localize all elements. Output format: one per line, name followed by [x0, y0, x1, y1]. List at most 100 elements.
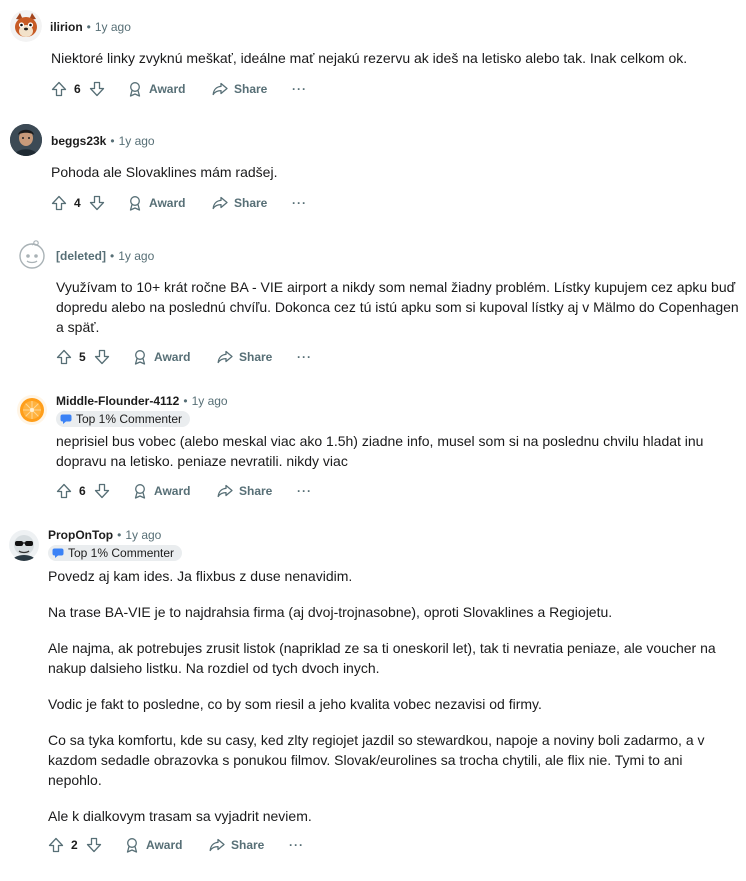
award-button[interactable]: Award — [124, 835, 182, 855]
award-label: Award — [149, 196, 186, 210]
comment-paragraph: Povedz aj kam ides. Ja flixbus z duse ne… — [48, 568, 353, 584]
timestamp[interactable]: 1y ago — [125, 528, 161, 542]
award-icon — [134, 350, 146, 365]
share-button[interactable]: Share — [217, 481, 272, 501]
separator-dot: • — [110, 249, 115, 263]
comment-paragraph: Co sa tyka komfortu, kde su casy, ked zl… — [48, 732, 705, 788]
top-commenter-badge[interactable]: Top 1% Commenter — [48, 545, 183, 561]
downvote-icon — [94, 349, 110, 365]
author-name[interactable]: ilirion — [50, 20, 83, 34]
comment-meta: Middle-Flounder-4112 • 1y ago — [56, 394, 228, 408]
share-icon — [217, 350, 233, 364]
share-label: Share — [234, 196, 268, 210]
author-name[interactable]: beggs23k — [51, 134, 106, 148]
vote-count: 2 — [71, 838, 78, 852]
downvote-button[interactable] — [94, 481, 110, 501]
top-commenter-badge[interactable]: Top 1% Commenter — [56, 411, 191, 427]
avatar[interactable] — [8, 529, 40, 561]
share-button[interactable]: Share — [217, 347, 272, 367]
timestamp[interactable]: 1y ago — [95, 20, 131, 34]
comment-body: neprisiel bus vobec (alebo meskal viac a… — [56, 431, 726, 471]
comment-body: Pohoda ale Slovaklines mám radšej. — [51, 162, 731, 182]
author-name: [deleted] — [56, 249, 107, 263]
downvote-button[interactable] — [86, 835, 102, 855]
comment-paragraph: Využívam to 10+ krát ročne BA - VIE airp… — [56, 279, 739, 335]
award-button[interactable]: Award — [127, 79, 185, 99]
share-icon — [212, 196, 228, 210]
downvote-icon — [94, 483, 110, 499]
separator-dot: • — [86, 20, 91, 34]
upvote-button[interactable] — [56, 481, 72, 501]
badge-label: Top 1% Commenter — [76, 412, 183, 426]
share-label: Share — [239, 350, 273, 364]
comment-paragraph: Ale najma, ak potrebujes zrusit listok (… — [48, 640, 716, 676]
downvote-icon — [89, 81, 105, 97]
upvote-button[interactable] — [51, 193, 67, 213]
separator-dot: • — [110, 134, 115, 148]
more-options-button[interactable]: ··· — [297, 481, 312, 501]
upvote-icon — [56, 483, 72, 499]
downvote-button[interactable] — [89, 193, 105, 213]
badge-chat-icon — [60, 414, 72, 424]
share-icon — [209, 838, 225, 852]
avatar-fox-icon — [10, 10, 42, 42]
comment-paragraph: Niektoré linky zvyknú meškať, ideálne ma… — [51, 50, 688, 66]
comment-body: Niektoré linky zvyknú meškať, ideálne ma… — [51, 48, 731, 68]
avatar[interactable] — [10, 124, 42, 156]
downvote-button[interactable] — [89, 79, 105, 99]
award-button[interactable]: Award — [127, 193, 185, 213]
award-label: Award — [154, 350, 191, 364]
share-button[interactable]: Share — [209, 835, 264, 855]
comment: PropOnTop • 1y ago Top 1% Commenter Pove… — [0, 515, 746, 881]
award-label: Award — [149, 82, 186, 96]
award-button[interactable]: Award — [132, 481, 190, 501]
more-options-button[interactable]: ··· — [289, 835, 304, 855]
share-icon — [212, 82, 228, 96]
default-avatar-icon — [19, 240, 45, 269]
comment-meta: ilirion • 1y ago — [50, 20, 131, 34]
comment-meta: PropOnTop • 1y ago — [48, 528, 161, 542]
upvote-button[interactable] — [51, 79, 67, 99]
downvote-icon — [86, 837, 102, 853]
upvote-icon — [51, 81, 67, 97]
comment: Middle-Flounder-4112 • 1y ago Top 1% Com… — [0, 380, 746, 515]
timestamp[interactable]: 1y ago — [119, 134, 155, 148]
share-button[interactable]: Share — [212, 79, 267, 99]
vote-count: 6 — [74, 82, 81, 96]
comment-paragraph: Pohoda ale Slovaklines mám radšej. — [51, 164, 278, 180]
award-button[interactable]: Award — [132, 347, 190, 367]
author-name[interactable]: PropOnTop — [48, 528, 113, 542]
comment: [deleted] • 1y ago Využívam to 10+ krát … — [0, 225, 746, 380]
comment-actions: 2 Award Share ··· — [48, 835, 348, 855]
comment: ilirion • 1y ago Niektoré linky zvyknú m… — [0, 0, 746, 110]
upvote-button[interactable] — [48, 835, 64, 855]
comment-actions: 4 Award Share ··· — [51, 193, 351, 213]
upvote-icon — [56, 349, 72, 365]
vote-count: 5 — [79, 350, 86, 364]
avatar[interactable] — [16, 394, 48, 426]
award-icon — [129, 196, 141, 211]
separator-dot: • — [117, 528, 122, 542]
comment-paragraph: Na trase BA-VIE je to najdrahsia firma (… — [48, 604, 613, 620]
award-label: Award — [146, 838, 183, 852]
timestamp[interactable]: 1y ago — [118, 249, 154, 263]
share-button[interactable]: Share — [212, 193, 267, 213]
badge-label: Top 1% Commenter — [68, 546, 175, 560]
comment-body: Využívam to 10+ krát ročne BA - VIE airp… — [56, 277, 740, 337]
more-options-button[interactable]: ··· — [292, 79, 307, 99]
downvote-button[interactable] — [94, 347, 110, 367]
downvote-icon — [89, 195, 105, 211]
share-label: Share — [239, 484, 273, 498]
more-options-button[interactable]: ··· — [297, 347, 312, 367]
avatar[interactable] — [10, 10, 42, 42]
more-options-button[interactable]: ··· — [292, 193, 307, 213]
comment-meta: [deleted] • 1y ago — [56, 249, 154, 263]
upvote-button[interactable] — [56, 347, 72, 367]
avatar-orange-icon — [17, 395, 47, 425]
vote-count: 4 — [74, 196, 81, 210]
comment-actions: 5 Award Share ··· — [56, 347, 356, 367]
timestamp[interactable]: 1y ago — [192, 394, 228, 408]
author-name[interactable]: Middle-Flounder-4112 — [56, 394, 179, 408]
award-icon — [134, 484, 146, 499]
avatar-photo-icon — [10, 124, 42, 156]
